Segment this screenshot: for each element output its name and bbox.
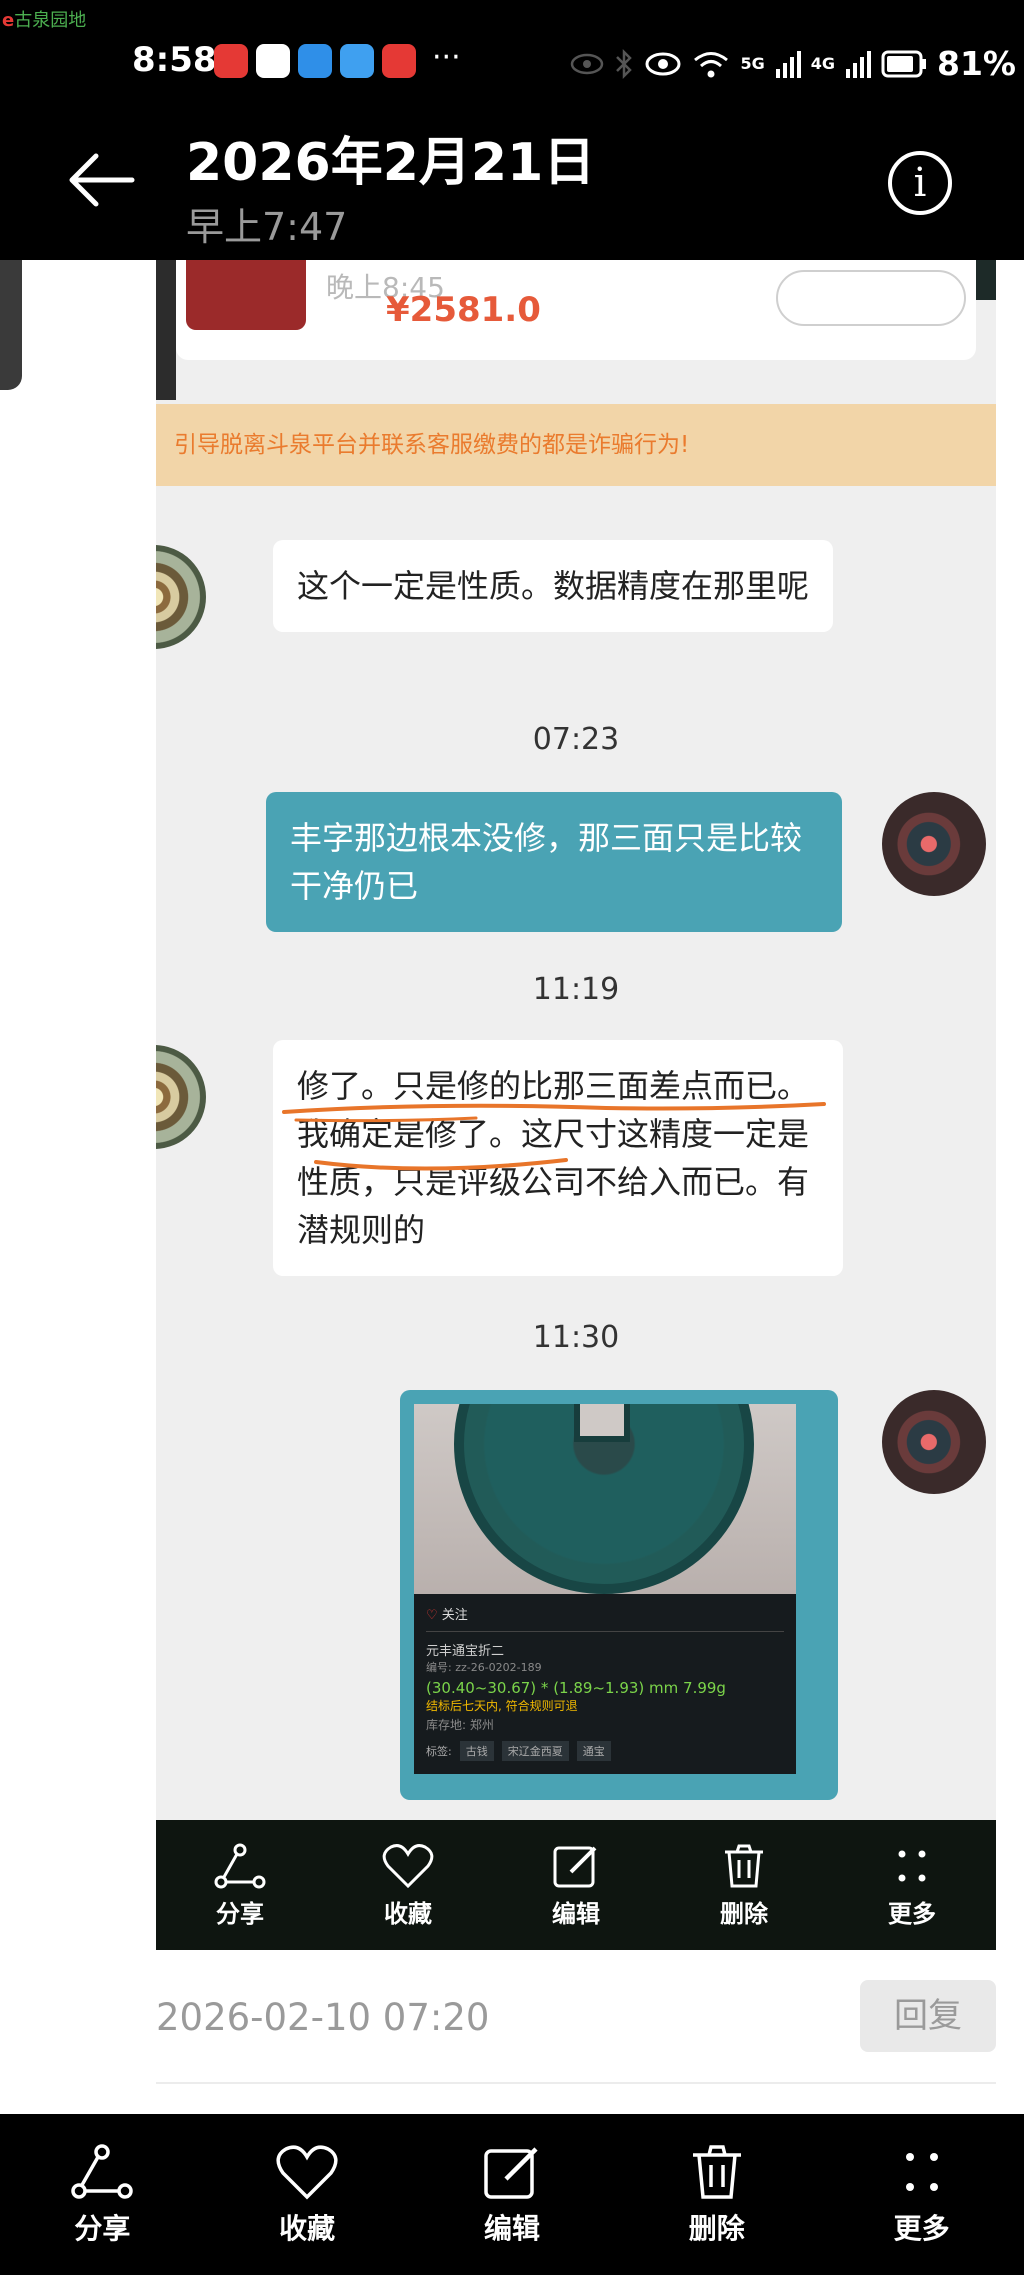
inner-share-label: 分享 (216, 1899, 264, 1928)
share-icon (71, 2143, 134, 2199)
divider (426, 1631, 784, 1632)
coin-square-hole (574, 1404, 630, 1442)
avatar (882, 1390, 986, 1494)
divider (156, 2082, 996, 2084)
chat-timestamp: 07:23 (532, 722, 620, 757)
more-label: 更多 (893, 2211, 950, 2245)
status-time: 8:58 (132, 40, 217, 80)
status-app-icons (214, 44, 416, 78)
weather-icon (298, 44, 332, 78)
chat-timestamp: 11:19 (532, 972, 620, 1007)
coin-return-note: 结标后七天内, 符合规则可退 (426, 1699, 578, 1713)
heart-icon (276, 2145, 338, 2199)
tag: 古钱 (459, 1741, 494, 1761)
coin-tags: 标签: 古钱 宋辽金西夏 通宝 (426, 1741, 784, 1761)
avatar (156, 545, 206, 649)
left-gutter (0, 260, 156, 1950)
chat-bubble-incoming: 这个一定是性质。数据精度在那里呢 (273, 540, 833, 632)
edit-icon (553, 1846, 597, 1887)
app-notification-icon (214, 44, 248, 78)
photo-inner-toolbar: 分享 收藏 编辑 删除 更多 (156, 1820, 996, 1950)
screen: e古泉园地 8:58 ··· 5G 4G 81% 2026年2月21日 早上7:… (0, 0, 1024, 2275)
handwritten-underline-annotation (282, 1102, 826, 1171)
inner-more-label: 更多 (888, 1899, 936, 1928)
network-4g-label: 4G (810, 54, 835, 73)
more-icon (905, 2152, 938, 2191)
trash-icon (692, 2144, 741, 2199)
tag: 宋辽金西夏 (501, 1741, 569, 1761)
collect-button[interactable]: 收藏 (232, 2143, 382, 2247)
share-icon (214, 1843, 266, 1888)
follow-label: ♡ 关注 (426, 1608, 468, 1623)
coin-name: 元丰通宝折二 (426, 1644, 505, 1659)
edit-button[interactable]: 编辑 (437, 2143, 587, 2247)
status-more-indicator: ··· (432, 40, 461, 75)
adjacent-photo-edge (0, 260, 22, 390)
signal-icon (775, 50, 801, 78)
tag: 通宝 (576, 1741, 611, 1761)
chat-bubble-outgoing: 丰字那边根本没修，那三面只是比较干净仍已 (266, 792, 842, 932)
inner-collect-label: 收藏 (384, 1899, 432, 1928)
watermark: e古泉园地 (2, 10, 87, 31)
share-label: 分享 (74, 2211, 131, 2245)
avatar (882, 792, 986, 896)
inner-collect: 收藏 (348, 1842, 468, 1929)
chat-timestamp: 11:30 (532, 1320, 620, 1355)
battery-icon (881, 50, 926, 77)
app-notification-icon (382, 44, 416, 78)
edit-icon (484, 2146, 538, 2199)
inner-edit-label: 编辑 (552, 1899, 600, 1928)
previous-order-price: ¥2581.0 (386, 290, 541, 330)
network-5g-label: 5G (740, 54, 765, 73)
collect-label: 收藏 (279, 2211, 336, 2245)
back-arrow-icon[interactable] (66, 150, 136, 210)
browser-icon (340, 44, 374, 78)
fraud-warning-banner: 引导脱离斗泉平台并联系客服缴费的都是诈骗行为! (156, 404, 996, 486)
trash-icon (725, 1844, 763, 1887)
photo-viewer-image[interactable]: 晚上8:45 ¥2581.0 引导脱离斗泉平台并联系客服缴费的都是诈骗行为! 这… (156, 260, 996, 1950)
info-button[interactable]: i (888, 151, 952, 215)
reply-button[interactable]: 回复 (860, 1980, 996, 2052)
inner-share: 分享 (180, 1842, 300, 1929)
heart-icon: ♡ (426, 1608, 438, 1623)
avatar (156, 1045, 206, 1149)
inner-delete: 删除 (684, 1842, 804, 1929)
page-title: 2026年2月21日 (186, 133, 596, 193)
eye-off-icon (571, 53, 604, 74)
previous-card-edge (156, 260, 176, 400)
chat-image-message: ♡ 关注 元丰通宝折二 编号: zz-26-0202-189 (30.40~30… (400, 1390, 838, 1800)
previous-order-thumbnail (186, 260, 306, 330)
share-button[interactable]: 分享 (27, 2143, 177, 2247)
battery-percent: 81% (937, 44, 1016, 83)
more-icon (898, 1850, 926, 1881)
previous-order-card: 晚上8:45 ¥2581.0 (176, 260, 976, 360)
bottom-action-bar: 分享 收藏 编辑 删除 更多 (0, 2114, 1024, 2275)
edit-label: 编辑 (483, 2211, 540, 2245)
inner-edit: 编辑 (516, 1842, 636, 1929)
inner-more: 更多 (852, 1842, 972, 1929)
coin-location: 库存地: 郑州 (426, 1718, 494, 1732)
inner-delete-label: 删除 (720, 1899, 768, 1928)
more-button[interactable]: 更多 (847, 2143, 997, 2247)
message-date: 2026-02-10 07:20 (156, 1996, 490, 2039)
coin-listing-screenshot: ♡ 关注 元丰通宝折二 编号: zz-26-0202-189 (30.40~30… (414, 1404, 796, 1774)
coin-code: 编号: zz-26-0202-189 (426, 1661, 542, 1674)
top-bar: e古泉园地 8:58 ··· 5G 4G 81% 2026年2月21日 早上7:… (0, 0, 1024, 260)
heart-icon (382, 1843, 434, 1888)
bluetooth-icon (616, 48, 633, 79)
delete-label: 删除 (688, 2211, 745, 2245)
previous-order-button (776, 270, 966, 326)
coin-info-panel: ♡ 关注 元丰通宝折二 编号: zz-26-0202-189 (30.40~30… (414, 1594, 796, 1774)
status-indicators: 5G 4G 81% (570, 44, 1016, 83)
tags-label: 标签: (426, 1745, 452, 1758)
coin-size: (30.40~30.67) * (1.89~1.93) mm 7.99g (426, 1679, 726, 1697)
right-gutter (996, 260, 1024, 1950)
delete-button[interactable]: 删除 (642, 2143, 792, 2247)
signal-icon (846, 50, 871, 78)
eye-icon (645, 52, 681, 75)
page-subtitle: 早上7:47 (186, 205, 348, 249)
qq-icon (256, 44, 290, 78)
wifi-icon (694, 51, 729, 77)
